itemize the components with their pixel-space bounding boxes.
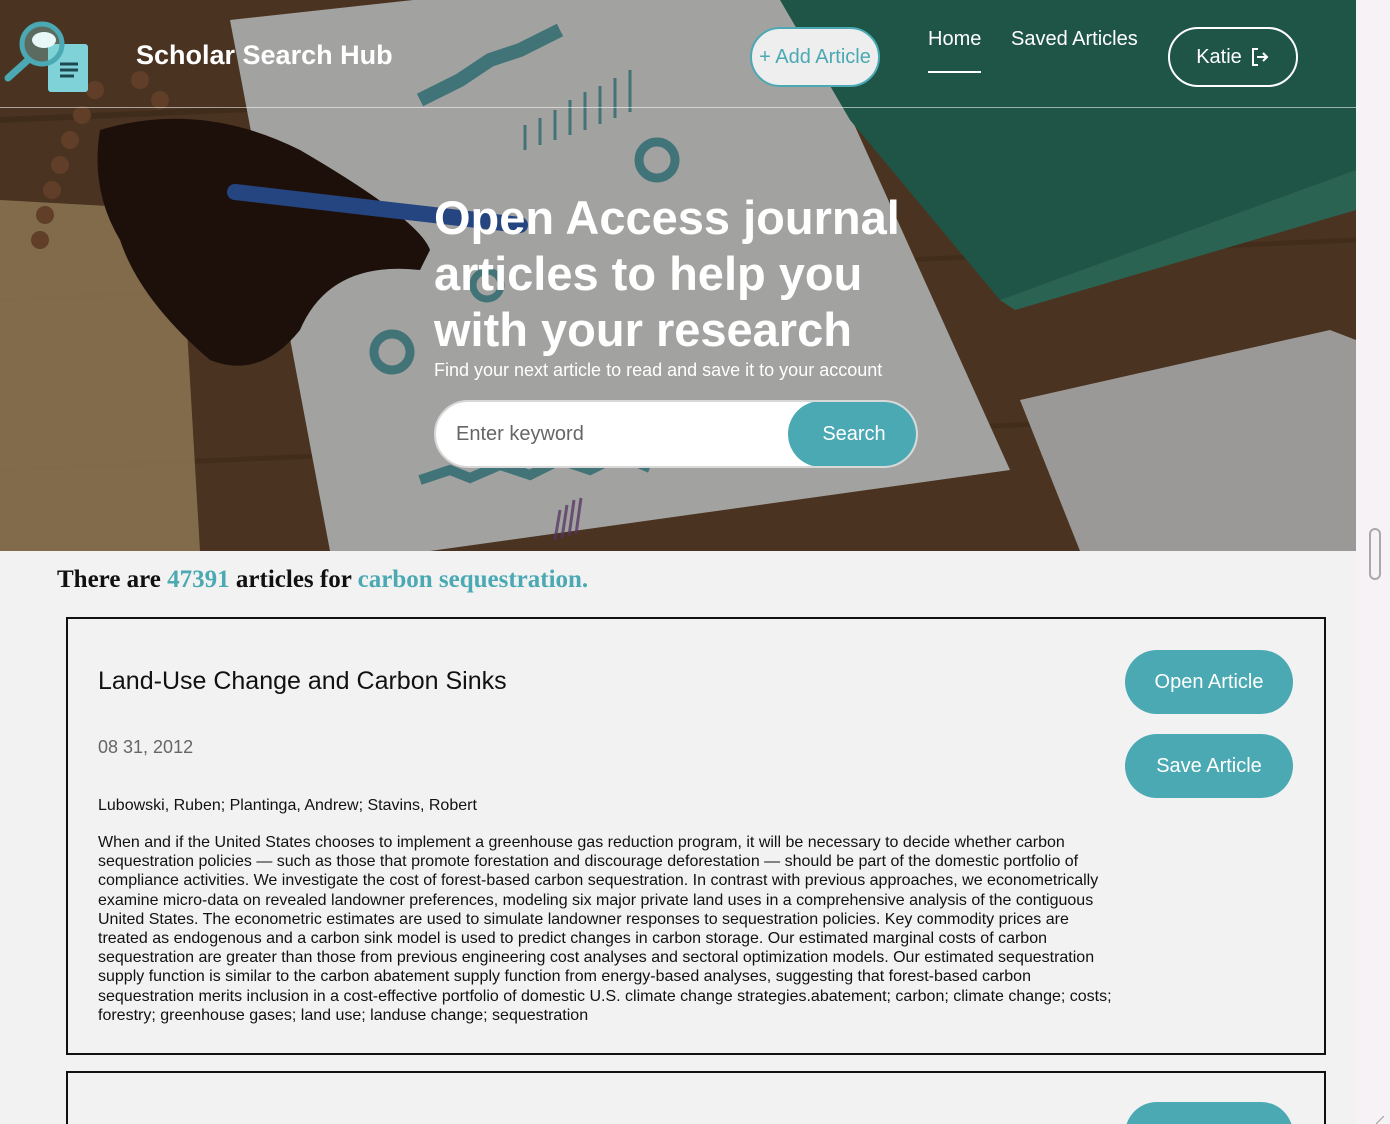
article-card-partial (66, 1071, 1326, 1124)
resize-grip-icon (1375, 1116, 1385, 1124)
hero-subtitle: Find your next article to read and save … (434, 360, 883, 380)
scrollbar-thumb[interactable] (1369, 528, 1381, 580)
add-article-button[interactable]: + Add Article (750, 27, 880, 87)
results-middle: articles for (235, 566, 352, 593)
magnifier-document-logo-icon[interactable] (4, 18, 94, 98)
results-query: carbon sequestration. (357, 566, 589, 593)
hero-section: Scholar Search Hub + Add Article Home Sa… (0, 0, 1356, 551)
save-article-button[interactable]: Save Article (1125, 734, 1293, 798)
search-button[interactable]: Search (788, 402, 916, 466)
hero-title: Open Access journal articles to help you… (434, 191, 900, 356)
article-date: 08 31, 2012 (98, 737, 194, 757)
brand-name[interactable]: Scholar Search Hub (136, 40, 393, 71)
article-title: Land-Use Change and Carbon Sinks (98, 667, 507, 695)
search-input[interactable] (436, 402, 788, 466)
nav-saved-articles-link[interactable]: Saved Articles (1011, 28, 1138, 51)
logout-icon (1251, 48, 1269, 66)
article-abstract: When and if the United States chooses to… (98, 834, 1112, 1024)
results-count: 47391 (167, 566, 230, 593)
user-logout-button[interactable]: Katie (1168, 27, 1298, 87)
top-navbar: Scholar Search Hub + Add Article Home Sa… (0, 0, 1356, 108)
results-prefix: There are (57, 566, 161, 593)
open-article-button-partial[interactable] (1125, 1102, 1293, 1124)
nav-home-link[interactable]: Home (928, 28, 982, 73)
article-card: Land-Use Change and Carbon Sinks 08 31, … (66, 617, 1326, 1055)
open-article-button[interactable]: Open Article (1125, 650, 1293, 714)
article-authors: Lubowski, Ruben; Plantinga, Andrew; Stav… (98, 797, 477, 814)
user-name: Katie (1196, 45, 1242, 68)
results-summary: There are 47391 articles for carbon sequ… (57, 566, 588, 594)
search-bar: Search (434, 400, 918, 468)
